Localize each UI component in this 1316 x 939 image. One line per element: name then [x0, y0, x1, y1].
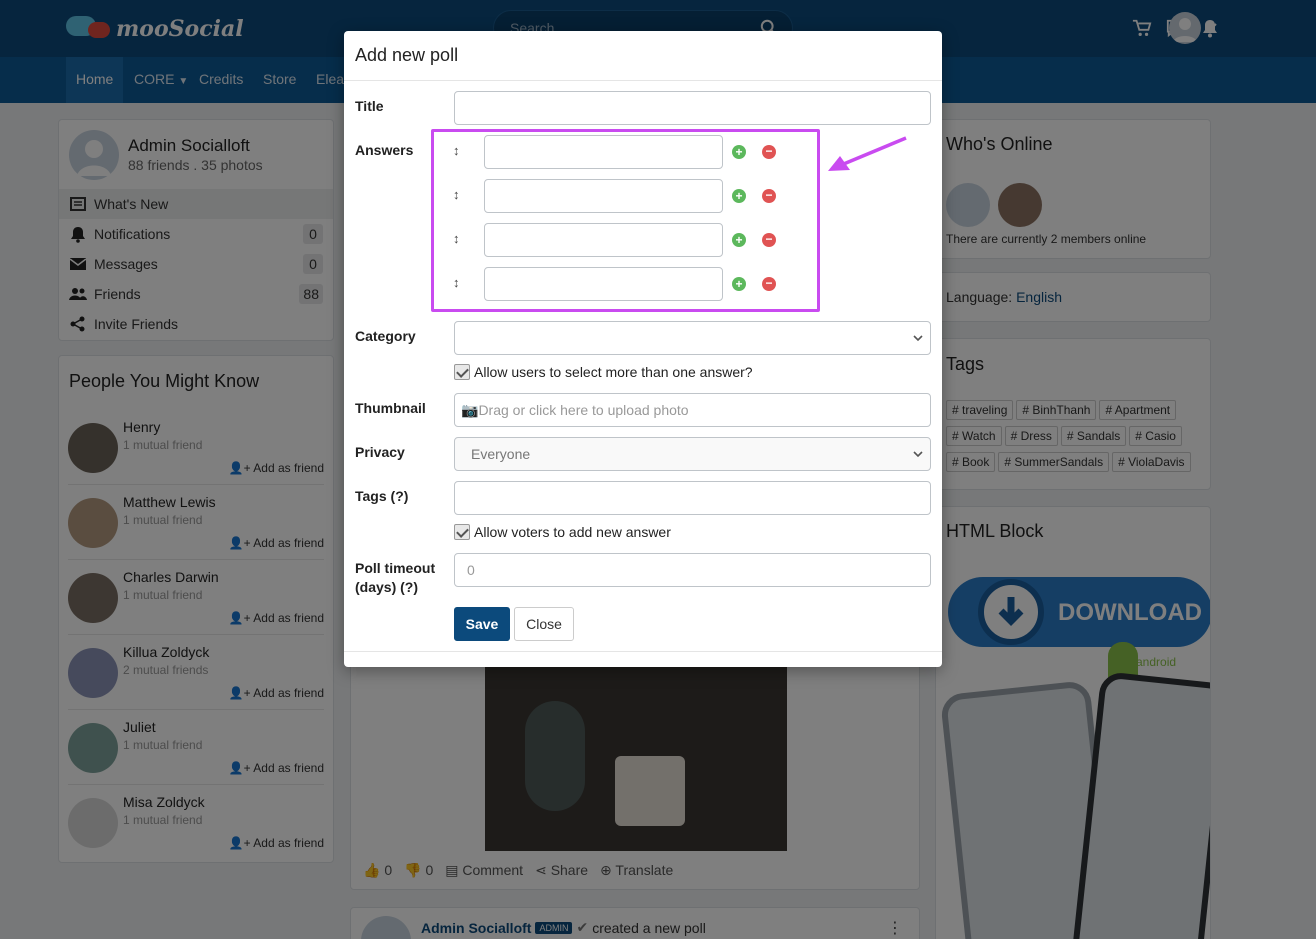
- chevron-down-icon: [913, 335, 923, 342]
- timeout-label: Poll timeout: [355, 560, 436, 576]
- category-select[interactable]: [454, 321, 931, 355]
- tags-input[interactable]: [454, 481, 931, 515]
- thumbnail-label: Thumbnail: [355, 400, 426, 416]
- multi-answer-label: Allow users to select more than one answ…: [474, 364, 753, 380]
- privacy-label: Privacy: [355, 444, 405, 460]
- thumbnail-upload[interactable]: 📷Drag or click here to upload photo: [454, 393, 931, 427]
- timeout-label-days: (days) (?): [355, 579, 418, 595]
- modal-title: Add new poll: [355, 45, 459, 65]
- thumbnail-upload-text: 📷Drag or click here to upload photo: [461, 402, 689, 419]
- timeout-placeholder: 0: [467, 562, 475, 578]
- annotation-arrow-icon: [828, 136, 907, 171]
- voters-add-checkbox-row[interactable]: Allow voters to add new answer: [454, 524, 671, 540]
- save-button[interactable]: Save: [454, 607, 510, 641]
- category-label: Category: [355, 328, 416, 344]
- modal-footer-divider: [344, 651, 942, 652]
- title-input[interactable]: [454, 91, 931, 125]
- tags-label: Tags (?): [355, 488, 409, 504]
- voters-add-checkbox[interactable]: [454, 524, 470, 540]
- title-label: Title: [355, 98, 384, 114]
- close-button[interactable]: Close: [514, 607, 574, 641]
- privacy-value: Everyone: [471, 446, 531, 462]
- answers-highlight-box: [431, 129, 820, 312]
- multi-answer-checkbox[interactable]: [454, 364, 470, 380]
- voters-add-label: Allow voters to add new answer: [474, 524, 671, 540]
- timeout-input[interactable]: 0: [454, 553, 931, 587]
- thumbnail-placeholder: Drag or click here to upload photo: [478, 402, 689, 418]
- answers-label: Answers: [355, 142, 414, 158]
- add-poll-modal: Add new poll Title Answers ↕ + − ↕ + − ↕…: [344, 31, 942, 667]
- privacy-select[interactable]: Everyone: [454, 437, 931, 471]
- multi-answer-checkbox-row[interactable]: Allow users to select more than one answ…: [454, 364, 753, 380]
- camera-icon: 📷: [461, 402, 479, 418]
- chevron-down-icon: [913, 451, 923, 458]
- modal-header: Add new poll: [344, 31, 942, 81]
